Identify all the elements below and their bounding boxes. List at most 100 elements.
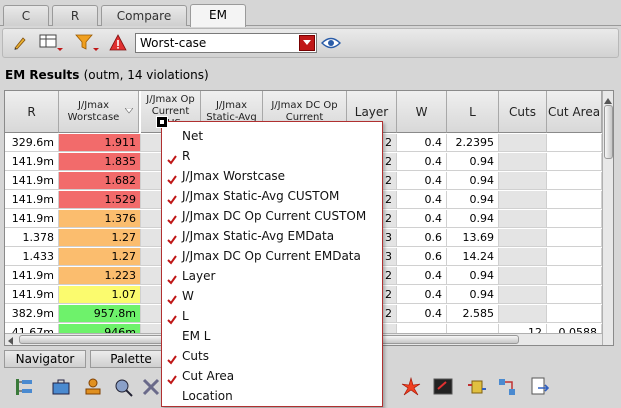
menu-item-j-jmax-dc-op-current-emdata[interactable]: J/Jmax DC Op Current EMData (162, 246, 382, 266)
table-cell-l: 0.94 (447, 172, 499, 190)
menu-item-label: J/Jmax Static-Avg CUSTOM (182, 189, 340, 203)
column-header-cuts[interactable]: Cuts (499, 91, 547, 133)
menu-item-r[interactable]: R (162, 146, 382, 166)
table-cell-w: 0.6 (397, 248, 447, 266)
table-cell-w: 0.4 (397, 286, 447, 304)
checkmark-icon (167, 271, 177, 285)
stamp-icon[interactable] (82, 376, 104, 398)
table-cell-l: 14.24 (447, 248, 499, 266)
table-cell-j: 1.27 (59, 248, 141, 266)
menu-item-label: J/Jmax DC Op Current CUSTOM (182, 209, 367, 223)
vertical-scrollbar[interactable] (602, 91, 613, 345)
pencil-icon[interactable] (9, 33, 31, 53)
menu-item-label: J/Jmax Static-Avg EMData (182, 229, 335, 243)
tab-c[interactable]: C (3, 5, 49, 26)
table-cell-cutarea (547, 191, 602, 209)
tab-navigator[interactable]: Navigator (4, 350, 86, 368)
column-visibility-menu: Net R J/Jmax Worstcase J/Jmax Static-Avg CU… (156, 116, 383, 407)
table-cell-r: 141.9m (5, 153, 59, 171)
column-header-cut-area[interactable]: Cut Area (547, 91, 602, 133)
menu-item-j-jmax-static-avg-emdata[interactable]: J/Jmax Static-Avg EMData (162, 226, 382, 246)
hierarchy-icon[interactable] (14, 376, 36, 398)
spark-icon[interactable] (400, 376, 422, 398)
menu-item-label: EM L (182, 329, 211, 343)
table-cell-cutarea (547, 229, 602, 247)
table-cell-j: 1.223 (59, 267, 141, 285)
table-cell-w: 0.6 (397, 229, 447, 247)
column-header-w[interactable]: W (397, 91, 447, 133)
table-cell-l: 0.94 (447, 153, 499, 171)
menu-item-l[interactable]: L (162, 306, 382, 326)
table-cell-l: 0.94 (447, 191, 499, 209)
column-header-l[interactable]: L (447, 91, 499, 133)
sort-down-icon (123, 106, 134, 118)
results-title: EM Results (outm, 14 violations) (5, 68, 209, 82)
table-cell-cuts (499, 286, 547, 304)
table-cell-j: 1.529 (59, 191, 141, 209)
table-cell-cuts (499, 305, 547, 323)
table-cell-j: 957.8m (59, 305, 141, 323)
table-cell-w: 0.4 (397, 267, 447, 285)
filter-combobox[interactable]: Worst-case (135, 33, 317, 53)
menu-item-net[interactable]: Net (162, 126, 382, 146)
tab-compare[interactable]: Compare (101, 5, 187, 26)
table-cell-cutarea (547, 210, 602, 228)
table-cell-cuts (499, 134, 547, 152)
table-cell-l: 2.585 (447, 305, 499, 323)
checkmark-icon (167, 311, 177, 325)
eye-icon[interactable] (319, 33, 343, 53)
menu-item-j-jmax-worstcase[interactable]: J/Jmax Worstcase (162, 166, 382, 186)
menu-item-em-l[interactable]: EM L (162, 326, 382, 346)
chevron-down-icon[interactable] (299, 35, 315, 51)
menu-item-label: Net (182, 129, 204, 143)
table-cell-cuts (499, 210, 547, 228)
table-settings-icon[interactable] (37, 33, 65, 53)
warning-icon[interactable] (107, 33, 129, 53)
em-toolbar: Worst-case (2, 28, 619, 58)
document-export-icon[interactable] (528, 376, 550, 398)
tab-em[interactable]: EM (190, 4, 246, 27)
tab-r[interactable]: R (52, 5, 98, 26)
scroll-up-arrow-icon[interactable] (604, 94, 613, 104)
table-cell-w: 0.4 (397, 134, 447, 152)
menu-item-location[interactable]: Location (162, 386, 382, 406)
menu-item-label: Layer (182, 269, 216, 283)
vertical-scrollbar-thumb[interactable] (604, 105, 613, 159)
menu-item-j-jmax-static-avg-custom[interactable]: J/Jmax Static-Avg CUSTOM (162, 186, 382, 206)
briefcase-icon[interactable] (50, 376, 72, 398)
menu-item-cut-area[interactable]: Cut Area (162, 366, 382, 386)
tab-palette[interactable]: Palette (90, 350, 172, 368)
table-cell-j: 1.682 (59, 172, 141, 190)
table-cell-j: 1.27 (59, 229, 141, 247)
cross-probe-icon[interactable] (140, 376, 162, 398)
checkmark-icon (167, 251, 177, 265)
table-cell-r: 382.9m (5, 305, 59, 323)
menu-item-layer[interactable]: Layer (162, 266, 382, 286)
column-header-jjmax-worstcase[interactable]: J/Jmax Worstcase (59, 91, 139, 133)
column-header-r[interactable]: R (5, 91, 59, 133)
table-cell-l: 13.69 (447, 229, 499, 247)
checkmark-icon (167, 371, 177, 385)
table-cell-r: 141.9m (5, 191, 59, 209)
terminal-icon[interactable] (432, 376, 454, 398)
table-cell-cutarea (547, 172, 602, 190)
menu-item-w[interactable]: W (162, 286, 382, 306)
table-cell-r: 141.9m (5, 267, 59, 285)
menu-item-j-jmax-dc-op-current-custom[interactable]: J/Jmax DC Op Current CUSTOM (162, 206, 382, 226)
menu-item-label: Location (182, 389, 233, 403)
table-cell-cutarea (547, 305, 602, 323)
table-cell-l: 0.94 (447, 286, 499, 304)
table-cell-r: 141.9m (5, 210, 59, 228)
netlist-icon[interactable] (496, 376, 518, 398)
table-cell-w: 0.4 (397, 305, 447, 323)
table-cell-l: 0.94 (447, 267, 499, 285)
menu-item-label: L (182, 309, 189, 323)
scroll-left-arrow-icon[interactable] (7, 335, 17, 345)
table-cell-j: 1.07 (59, 286, 141, 304)
probe-icon[interactable] (112, 376, 134, 398)
filter-icon[interactable] (73, 33, 101, 53)
menu-item-cuts[interactable]: Cuts (162, 346, 382, 366)
table-cell-cuts (499, 267, 547, 285)
menu-item-label: J/Jmax Worstcase (182, 169, 286, 183)
component-icon[interactable] (466, 376, 488, 398)
